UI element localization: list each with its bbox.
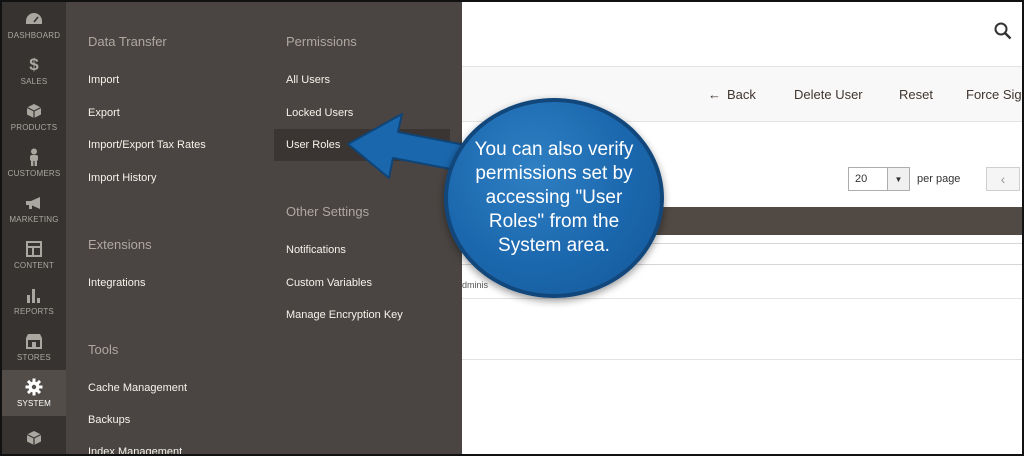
grid-row-divider — [462, 298, 1022, 299]
store-icon — [24, 332, 44, 350]
sidebar-item-label: CONTENT — [13, 261, 55, 270]
person-icon — [24, 148, 44, 166]
per-page-select[interactable]: 20 ▼ — [848, 167, 910, 191]
menu-link-import-export-tax-rates[interactable]: Import/Export Tax Rates — [88, 139, 206, 151]
sidebar-item-system[interactable]: SYSTEM — [2, 370, 66, 416]
search-icon[interactable] — [994, 22, 1012, 45]
menu-link-cache-management[interactable]: Cache Management — [88, 382, 187, 394]
menu-link-export[interactable]: Export — [88, 107, 120, 119]
sidebar-item-label: CUSTOMERS — [7, 169, 61, 178]
box-icon — [24, 429, 44, 447]
group-title-tools: Tools — [88, 342, 119, 357]
sidebar-item-dashboard[interactable]: DASHBOARD — [2, 2, 66, 48]
sidebar-item-label: DASHBOARD — [7, 31, 61, 40]
dashboard-icon — [24, 10, 44, 28]
menu-link-integrations[interactable]: Integrations — [88, 277, 145, 289]
back-button-label: Back — [727, 87, 756, 102]
back-button[interactable]: ← Back — [708, 87, 756, 102]
delete-user-button[interactable]: Delete User — [794, 87, 863, 102]
content-bottom-divider — [462, 359, 1022, 360]
system-flyout-menu: Data Transfer Import Export Import/Expor… — [66, 2, 462, 456]
menu-link-manage-encryption-key[interactable]: Manage Encryption Key — [286, 309, 403, 321]
group-title-permissions: Permissions — [286, 34, 357, 49]
per-page-label: per page — [917, 173, 961, 185]
sidebar-item-label: SYSTEM — [16, 399, 52, 408]
per-page-value: 20 — [855, 173, 868, 185]
sidebar-item-label: MARKETING — [9, 215, 59, 224]
sidebar-item-label: REPORTS — [14, 307, 54, 316]
page-header — [462, 2, 1022, 66]
sidebar-item-label: SALES — [20, 77, 48, 86]
menu-link-notifications[interactable]: Notifications — [286, 244, 346, 256]
callout-bubble: You can also verify permissions set by a… — [444, 98, 664, 298]
sidebar-item-label: PRODUCTS — [10, 123, 58, 132]
gear-icon — [24, 378, 44, 396]
arrow-left-icon: ← — [708, 87, 721, 102]
sidebar-item-label: STORES — [17, 353, 51, 362]
bar-chart-icon — [24, 286, 44, 304]
previous-page-button[interactable]: ‹ — [986, 167, 1020, 191]
group-title-other-settings: Other Settings — [286, 204, 370, 219]
menu-link-custom-variables[interactable]: Custom Variables — [286, 277, 372, 289]
chevron-left-icon: ‹ — [1000, 171, 1006, 187]
layout-icon — [24, 240, 44, 258]
menu-link-all-users[interactable]: All Users — [286, 74, 330, 86]
menu-link-backups[interactable]: Backups — [88, 414, 130, 426]
menu-link-index-management[interactable]: Index Management — [88, 446, 182, 456]
sidebar-item-stores[interactable]: STORES — [2, 324, 66, 370]
sidebar-item-marketing[interactable]: MARKETING — [2, 186, 66, 232]
sidebar-item-customers[interactable]: CUSTOMERS — [2, 140, 66, 186]
reset-button[interactable]: Reset — [899, 87, 933, 102]
megaphone-icon — [24, 194, 44, 212]
screen: DASHBOARD $ SALES PRODUCTS CUSTOMERS MAR… — [0, 0, 1024, 456]
callout-text: You can also verify permissions set by a… — [474, 139, 634, 256]
sidebar-item-products[interactable]: PRODUCTS — [2, 94, 66, 140]
menu-link-locked-users[interactable]: Locked Users — [286, 107, 353, 119]
cube-icon — [24, 102, 44, 120]
menu-link-import[interactable]: Import — [88, 74, 119, 86]
menu-link-import-history[interactable]: Import History — [88, 172, 156, 184]
sidebar-item-sales[interactable]: $ SALES — [2, 48, 66, 94]
grid-cell-text: dminis — [462, 280, 489, 290]
group-title-data-transfer: Data Transfer — [88, 34, 167, 49]
admin-sidebar: DASHBOARD $ SALES PRODUCTS CUSTOMERS MAR… — [2, 2, 66, 454]
menu-link-user-roles[interactable]: User Roles — [286, 139, 340, 151]
chevron-down-icon: ▼ — [887, 168, 909, 190]
sidebar-item-content[interactable]: CONTENT — [2, 232, 66, 278]
group-title-extensions: Extensions — [88, 237, 152, 252]
force-sign-in-button[interactable]: Force Sign — [966, 87, 1024, 102]
sidebar-item-extensions[interactable] — [2, 416, 66, 456]
sidebar-item-reports[interactable]: REPORTS — [2, 278, 66, 324]
dollar-icon: $ — [29, 55, 39, 74]
